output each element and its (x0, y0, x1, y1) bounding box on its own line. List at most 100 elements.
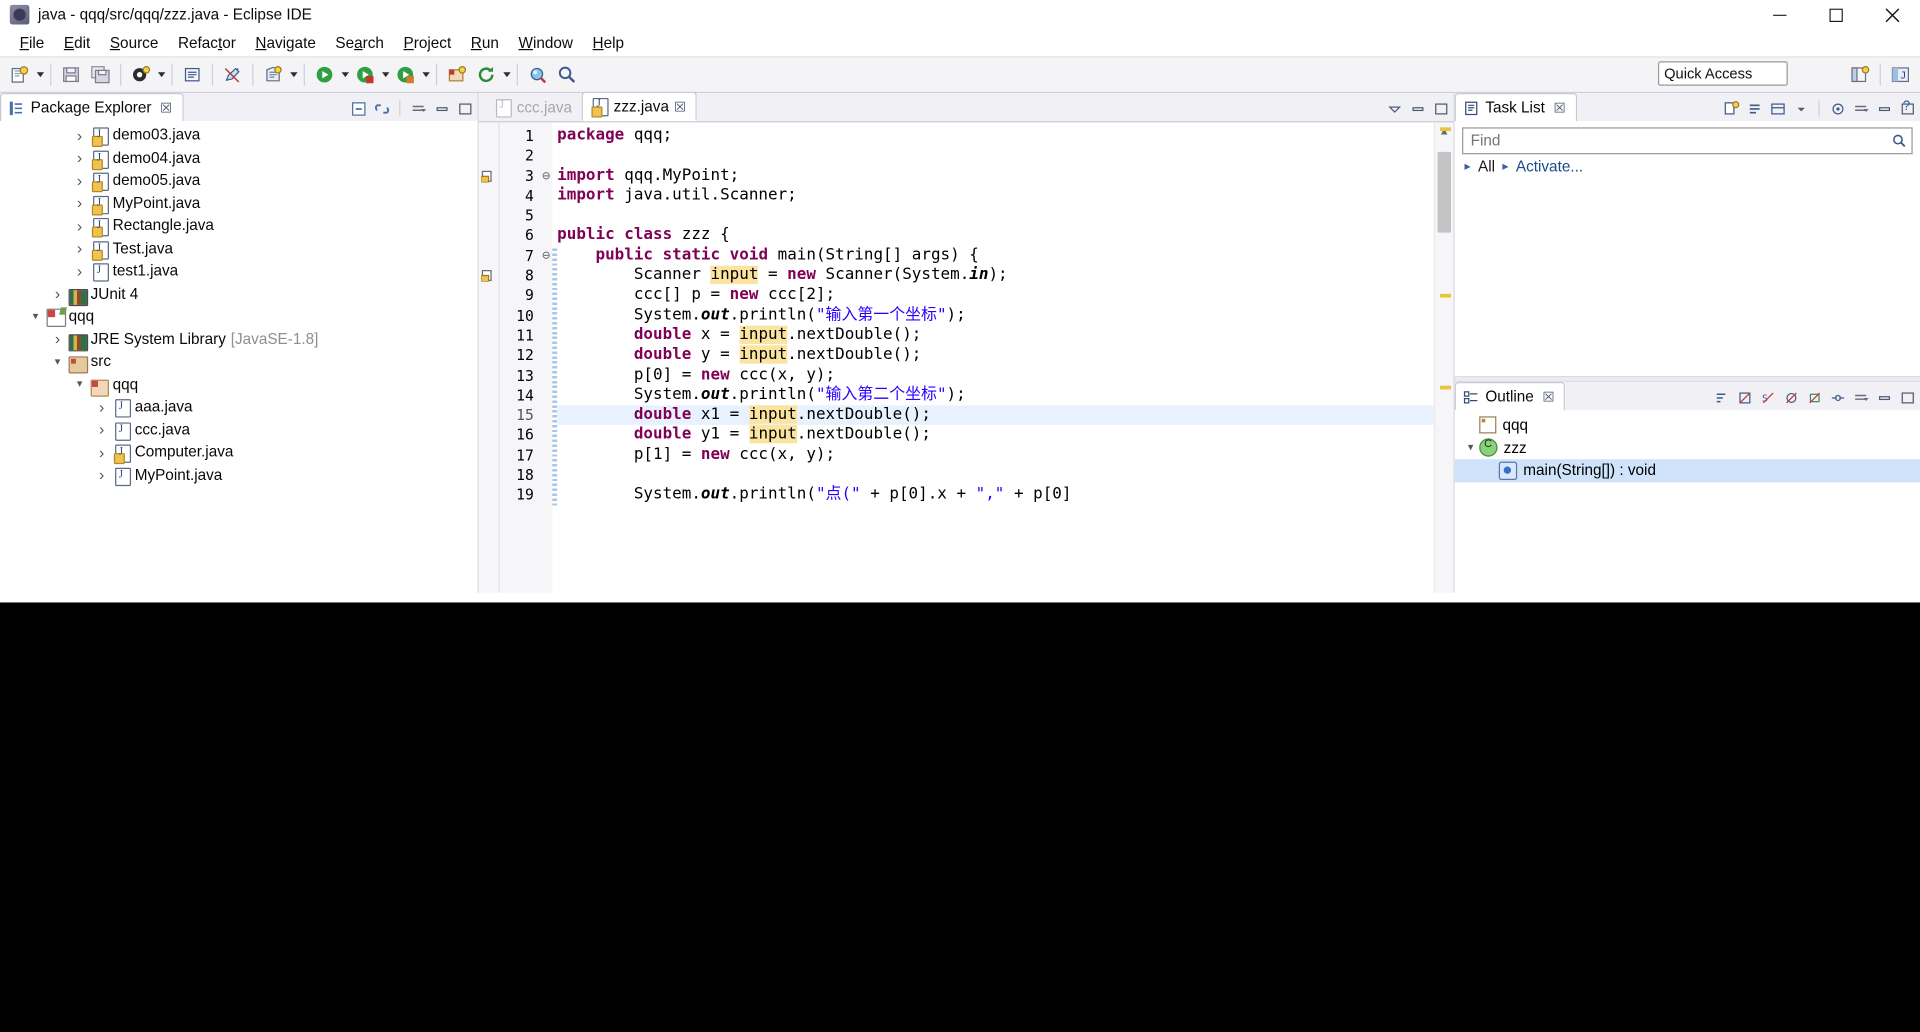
link-with-editor-icon[interactable] (371, 98, 392, 119)
debug-dropdown-icon[interactable] (380, 61, 391, 88)
run-icon[interactable] (311, 61, 338, 88)
tree-item[interactable]: demo03.java (0, 124, 478, 148)
java-perspective-icon[interactable]: J (1887, 61, 1914, 88)
code-line[interactable]: double x1 = input.nextDouble(); (557, 405, 1434, 426)
open-type-icon[interactable] (524, 61, 551, 88)
menu-file[interactable]: File (10, 32, 54, 54)
task-dropdown-icon[interactable] (1790, 98, 1811, 119)
outline-maximize-icon[interactable] (1897, 387, 1918, 408)
minimize-button[interactable] (1751, 0, 1807, 29)
tree-item[interactable]: JUnit 4 (0, 282, 478, 306)
refresh-dropdown-icon[interactable] (501, 61, 512, 88)
task-search-input[interactable] (1468, 131, 1892, 151)
close-icon[interactable]: ☒ (1542, 389, 1554, 405)
chevron-right-icon[interactable] (49, 284, 66, 302)
overview-warning-mark[interactable] (1440, 293, 1452, 298)
source-code[interactable]: package qqq; import qqq.MyPoint; import ja… (557, 122, 1434, 592)
tree-item[interactable]: qqq (0, 305, 478, 328)
chevron-right-icon[interactable] (71, 216, 88, 234)
new-java-project-icon[interactable] (260, 61, 287, 88)
chevron-right-icon[interactable] (93, 398, 110, 416)
code-line[interactable] (557, 206, 1434, 226)
view-menu-icon[interactable] (408, 98, 429, 119)
chevron-down-icon[interactable] (49, 355, 66, 368)
menu-run[interactable]: Run (461, 32, 509, 54)
code-line[interactable]: System.out.println("输入第二个坐标"); (557, 386, 1434, 406)
chevron-right-icon[interactable]: ▸ (1502, 160, 1508, 173)
maximize-button[interactable] (1807, 0, 1863, 29)
tree-item[interactable]: ccc.java (0, 418, 478, 441)
hide-static-icon[interactable]: S (1757, 387, 1778, 408)
search-icon[interactable] (1892, 133, 1907, 148)
collapse-all-icon[interactable] (348, 98, 369, 119)
tree-item[interactable]: demo04.java (0, 146, 478, 170)
chevron-right-icon[interactable] (71, 262, 88, 280)
new-wizard-dropdown-icon[interactable] (34, 61, 45, 88)
hide-local-icon[interactable] (1804, 387, 1825, 408)
code-line[interactable]: public class zzz { (557, 226, 1434, 246)
close-icon[interactable]: ☒ (160, 100, 172, 116)
outline-item[interactable]: main(String[]) : void (1454, 459, 1920, 482)
chevron-right-icon[interactable] (93, 466, 110, 484)
code-line[interactable]: Scanner input = new Scanner(System.in); (557, 265, 1434, 286)
code-line[interactable]: System.out.println("点(" + p[0].x + "," +… (557, 485, 1434, 505)
close-icon[interactable]: ☒ (674, 99, 686, 115)
editor-tab-ccc[interactable]: ccc.java (486, 94, 582, 121)
outline-item[interactable]: zzz (1455, 437, 1920, 460)
chevron-right-icon[interactable] (93, 420, 110, 438)
toggle-mark-occurrences-icon[interactable] (219, 61, 246, 88)
task-activate-link[interactable]: Activate... (1516, 158, 1583, 175)
chevron-right-icon[interactable] (71, 126, 88, 144)
tree-item[interactable]: qqq (0, 373, 478, 397)
chevron-right-icon[interactable] (49, 330, 66, 348)
editor-tab-zzz[interactable]: zzz.java ☒ (581, 91, 697, 122)
code-line[interactable] (557, 146, 1434, 166)
tree-item[interactable]: JRE System Library[JavaSE-1.8] (0, 328, 478, 352)
tab-package-explorer[interactable]: Package Explorer ☒ (0, 93, 184, 122)
code-line[interactable]: public static void main(String[] args) { (557, 246, 1434, 266)
fold-toggle-icon[interactable]: ⊖ (540, 166, 552, 186)
tree-item[interactable]: MyPoint.java (0, 463, 478, 486)
code-line[interactable]: double x = input.nextDouble(); (557, 325, 1434, 346)
close-button[interactable] (1864, 0, 1920, 29)
categorize-icon[interactable] (1744, 98, 1765, 119)
chevron-right-icon[interactable] (71, 194, 88, 212)
hide-fields-icon[interactable] (1734, 387, 1755, 408)
tree-item[interactable]: Test.java (0, 237, 478, 261)
warning-annotation-icon[interactable] (481, 268, 494, 282)
code-line[interactable]: p[0] = new ccc(x, y); (557, 366, 1434, 386)
menu-edit[interactable]: Edit (54, 32, 100, 54)
tree-item[interactable]: MyPoint.java (0, 192, 478, 216)
chevron-right-icon[interactable] (71, 148, 88, 166)
quick-access-input[interactable]: Quick Access (1657, 61, 1788, 86)
coverage-icon[interactable] (392, 61, 419, 88)
chevron-right-icon[interactable] (93, 443, 110, 461)
code-line[interactable]: System.out.println("输入第一个坐标"); (557, 306, 1434, 326)
annotation-ruler[interactable] (478, 122, 500, 593)
menu-help[interactable]: Help (583, 32, 634, 54)
run-dropdown-icon[interactable] (339, 61, 350, 88)
fold-toggle-icon[interactable]: ⊖ (540, 246, 552, 266)
menu-navigate[interactable]: Navigate (246, 32, 326, 54)
overview-warning-mark[interactable] (1440, 385, 1452, 390)
code-line[interactable]: import qqq.MyPoint; (557, 166, 1434, 186)
tab-outline[interactable]: Outline ☒ (1454, 382, 1566, 411)
editor-minimize-icon[interactable] (1407, 98, 1428, 119)
scrollbar-thumb[interactable] (1437, 151, 1452, 233)
task-search-box[interactable] (1462, 127, 1913, 155)
tree-item[interactable]: src (0, 350, 478, 374)
hide-nonpublic-icon[interactable] (1780, 387, 1801, 408)
outline-minimize-icon[interactable] (1873, 387, 1894, 408)
task-focus-icon[interactable] (1827, 98, 1848, 119)
chevron-down-icon[interactable] (27, 309, 44, 322)
chevron-down-icon[interactable] (1462, 441, 1479, 454)
tree-item[interactable]: test1.java (0, 260, 478, 283)
code-line[interactable]: ccc[] p = new ccc[2]; (557, 286, 1434, 306)
new-java-class-icon[interactable] (127, 61, 154, 88)
outline-focus-icon[interactable] (1827, 387, 1848, 408)
coverage-dropdown-icon[interactable] (420, 61, 431, 88)
editor-maximize-icon[interactable] (1430, 98, 1451, 119)
save-icon[interactable] (58, 61, 85, 88)
menu-search[interactable]: Search (326, 32, 394, 54)
maximize-view-icon[interactable] (454, 98, 475, 119)
